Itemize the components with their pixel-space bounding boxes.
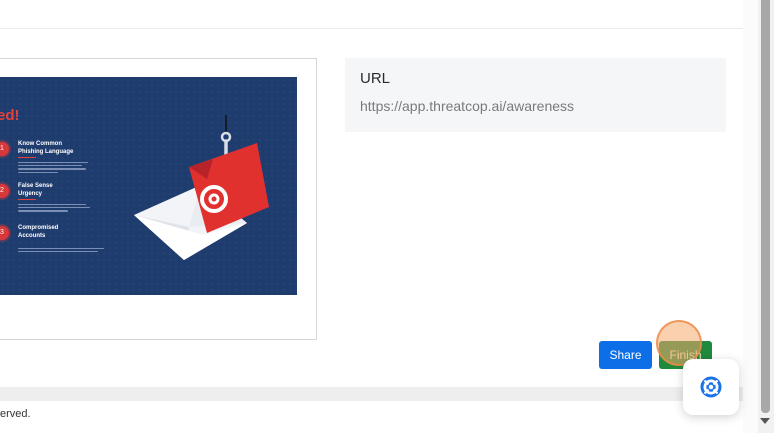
tip-body-lines <box>18 246 113 254</box>
phishing-hook-envelope-icon <box>134 115 269 260</box>
url-label: URL <box>360 70 391 87</box>
tip-rule <box>18 157 36 158</box>
share-button[interactable]: Share <box>599 341 652 369</box>
top-divider <box>0 28 743 29</box>
tip-title-line: False Sense <box>18 183 53 189</box>
footer-copyright: erved. <box>0 408 31 420</box>
tip-title-line: Know Common <box>18 141 62 147</box>
tip-body-lines <box>18 160 113 175</box>
scrollbar-thumb[interactable] <box>761 0 770 413</box>
url-card: URL https://app.threatcop.ai/awareness <box>345 58 726 132</box>
scroll-down-arrow-icon[interactable] <box>760 418 770 424</box>
tip-body-lines <box>18 202 113 214</box>
tip-number: 1 <box>0 142 9 156</box>
presentation-preview: ed! , 1 Know Common Phishing Language 2 … <box>0 58 317 340</box>
lifebuoy-icon <box>700 376 722 398</box>
tip-title: Compromised Accounts <box>18 224 78 240</box>
slide-heading: ed! <box>0 107 20 124</box>
tip-number: 3 <box>0 226 9 240</box>
url-value[interactable]: https://app.threatcop.ai/awareness <box>360 98 574 114</box>
tip-title-line: Phishing Language <box>18 149 74 155</box>
footer-divider-band <box>0 387 743 401</box>
right-gutter <box>743 0 758 433</box>
tip-title: Know Common Phishing Language <box>18 140 78 156</box>
tip-title-line: Accounts <box>18 233 46 239</box>
slide-image: ed! , 1 Know Common Phishing Language 2 … <box>0 77 297 295</box>
tip-title-line: Compromised <box>18 225 59 231</box>
tip-title: False Sense Urgency <box>18 182 78 198</box>
tip-number: 2 <box>0 184 9 198</box>
tip-rule <box>18 199 36 200</box>
help-widget-button[interactable] <box>683 359 739 415</box>
tip-title-line: Urgency <box>18 191 43 197</box>
